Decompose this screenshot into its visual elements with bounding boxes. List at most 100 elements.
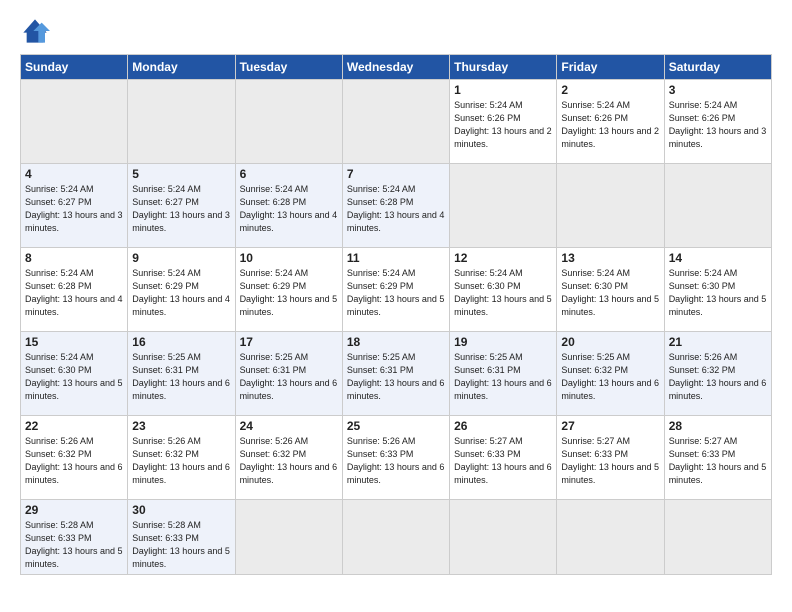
calendar-cell: 10 Sunrise: 5:24 AMSunset: 6:29 PMDayligh… <box>235 248 342 332</box>
weekday-header: Thursday <box>450 55 557 80</box>
calendar-cell: 19 Sunrise: 5:25 AMSunset: 6:31 PMDayligh… <box>450 332 557 416</box>
weekday-header: Friday <box>557 55 664 80</box>
calendar-cell: 3 Sunrise: 5:24 AMSunset: 6:26 PMDaylight… <box>664 80 771 164</box>
calendar-cell: 24 Sunrise: 5:26 AMSunset: 6:32 PMDayligh… <box>235 416 342 500</box>
day-number: 16 <box>132 335 230 349</box>
calendar-cell <box>557 500 664 575</box>
calendar-cell: 27 Sunrise: 5:27 AMSunset: 6:33 PMDayligh… <box>557 416 664 500</box>
calendar-cell: 20 Sunrise: 5:25 AMSunset: 6:32 PMDayligh… <box>557 332 664 416</box>
weekday-header: Monday <box>128 55 235 80</box>
day-info: Sunrise: 5:26 AMSunset: 6:32 PMDaylight:… <box>25 435 123 487</box>
day-number: 13 <box>561 251 659 265</box>
day-info: Sunrise: 5:24 AMSunset: 6:30 PMDaylight:… <box>25 351 123 403</box>
calendar-cell: 16 Sunrise: 5:25 AMSunset: 6:31 PMDayligh… <box>128 332 235 416</box>
day-info: Sunrise: 5:25 AMSunset: 6:31 PMDaylight:… <box>347 351 445 403</box>
calendar-cell: 25Sunrise: 5:26 AMSunset: 6:33 PMDayligh… <box>342 416 449 500</box>
day-info: Sunrise: 5:26 AMSunset: 6:32 PMDaylight:… <box>132 435 230 487</box>
day-number: 2 <box>561 83 659 97</box>
day-number: 18 <box>347 335 445 349</box>
day-info: Sunrise: 5:24 AMSunset: 6:30 PMDaylight:… <box>561 267 659 319</box>
calendar-cell <box>21 80 128 164</box>
day-number: 29 <box>25 503 123 517</box>
day-number: 27 <box>561 419 659 433</box>
day-info: Sunrise: 5:24 AMSunset: 6:26 PMDaylight:… <box>669 99 767 151</box>
day-number: 8 <box>25 251 123 265</box>
day-info: Sunrise: 5:27 AMSunset: 6:33 PMDaylight:… <box>561 435 659 487</box>
logo-icon <box>20 16 50 46</box>
day-info: Sunrise: 5:25 AMSunset: 6:32 PMDaylight:… <box>561 351 659 403</box>
day-info: Sunrise: 5:26 AMSunset: 6:32 PMDaylight:… <box>240 435 338 487</box>
day-number: 14 <box>669 251 767 265</box>
calendar-cell <box>664 164 771 248</box>
calendar-cell: 28 Sunrise: 5:27 AMSunset: 6:33 PMDayligh… <box>664 416 771 500</box>
day-number: 24 <box>240 419 338 433</box>
calendar-cell <box>450 500 557 575</box>
day-number: 7 <box>347 167 445 181</box>
weekday-header: Sunday <box>21 55 128 80</box>
page: SundayMondayTuesdayWednesdayThursdayFrid… <box>0 0 792 612</box>
day-number: 4 <box>25 167 123 181</box>
day-number: 9 <box>132 251 230 265</box>
calendar-cell: 4 Sunrise: 5:24 AMSunset: 6:27 PMDaylight… <box>21 164 128 248</box>
calendar-cell <box>342 80 449 164</box>
calendar-cell <box>557 164 664 248</box>
day-info: Sunrise: 5:28 AMSunset: 6:33 PMDaylight:… <box>25 519 123 571</box>
day-info: Sunrise: 5:24 AMSunset: 6:28 PMDaylight:… <box>240 183 338 235</box>
weekday-header: Tuesday <box>235 55 342 80</box>
day-number: 5 <box>132 167 230 181</box>
calendar-cell <box>664 500 771 575</box>
day-info: Sunrise: 5:24 AMSunset: 6:30 PMDaylight:… <box>669 267 767 319</box>
calendar-cell: 11 Sunrise: 5:24 AMSunset: 6:29 PMDayligh… <box>342 248 449 332</box>
day-number: 10 <box>240 251 338 265</box>
calendar-cell: 23 Sunrise: 5:26 AMSunset: 6:32 PMDayligh… <box>128 416 235 500</box>
day-number: 6 <box>240 167 338 181</box>
day-info: Sunrise: 5:24 AMSunset: 6:29 PMDaylight:… <box>132 267 230 319</box>
calendar-cell: 1Sunrise: 5:24 AMSunset: 6:26 PMDaylight… <box>450 80 557 164</box>
day-number: 1 <box>454 83 552 97</box>
calendar-cell: 22 Sunrise: 5:26 AMSunset: 6:32 PMDayligh… <box>21 416 128 500</box>
calendar-cell: 26Sunrise: 5:27 AMSunset: 6:33 PMDayligh… <box>450 416 557 500</box>
weekday-header: Wednesday <box>342 55 449 80</box>
calendar-cell: 5Sunrise: 5:24 AMSunset: 6:27 PMDaylight… <box>128 164 235 248</box>
calendar-cell: 8Sunrise: 5:24 AMSunset: 6:28 PMDaylight… <box>21 248 128 332</box>
calendar-cell: 7 Sunrise: 5:24 AMSunset: 6:28 PMDaylight… <box>342 164 449 248</box>
day-number: 3 <box>669 83 767 97</box>
day-info: Sunrise: 5:24 AMSunset: 6:30 PMDaylight:… <box>454 267 552 319</box>
calendar-cell: 2 Sunrise: 5:24 AMSunset: 6:26 PMDaylight… <box>557 80 664 164</box>
day-number: 19 <box>454 335 552 349</box>
day-info: Sunrise: 5:25 AMSunset: 6:31 PMDaylight:… <box>132 351 230 403</box>
day-number: 23 <box>132 419 230 433</box>
day-info: Sunrise: 5:24 AMSunset: 6:29 PMDaylight:… <box>240 267 338 319</box>
day-number: 22 <box>25 419 123 433</box>
day-number: 11 <box>347 251 445 265</box>
calendar-cell: 18 Sunrise: 5:25 AMSunset: 6:31 PMDayligh… <box>342 332 449 416</box>
day-info: Sunrise: 5:25 AMSunset: 6:31 PMDaylight:… <box>454 351 552 403</box>
calendar-cell: 12 Sunrise: 5:24 AMSunset: 6:30 PMDayligh… <box>450 248 557 332</box>
day-info: Sunrise: 5:24 AMSunset: 6:29 PMDaylight:… <box>347 267 445 319</box>
day-number: 28 <box>669 419 767 433</box>
day-number: 20 <box>561 335 659 349</box>
calendar-cell <box>128 80 235 164</box>
day-number: 12 <box>454 251 552 265</box>
calendar-cell: 6 Sunrise: 5:24 AMSunset: 6:28 PMDaylight… <box>235 164 342 248</box>
calendar-cell: 14 Sunrise: 5:24 AMSunset: 6:30 PMDayligh… <box>664 248 771 332</box>
calendar-cell: 13 Sunrise: 5:24 AMSunset: 6:30 PMDayligh… <box>557 248 664 332</box>
day-info: Sunrise: 5:24 AMSunset: 6:28 PMDaylight:… <box>347 183 445 235</box>
day-info: Sunrise: 5:24 AMSunset: 6:27 PMDaylight:… <box>25 183 123 235</box>
calendar-cell <box>450 164 557 248</box>
calendar-cell: 17 Sunrise: 5:25 AMSunset: 6:31 PMDayligh… <box>235 332 342 416</box>
day-info: Sunrise: 5:27 AMSunset: 6:33 PMDaylight:… <box>454 435 552 487</box>
day-number: 17 <box>240 335 338 349</box>
day-info: Sunrise: 5:27 AMSunset: 6:33 PMDaylight:… <box>669 435 767 487</box>
logo <box>20 16 54 46</box>
header <box>20 16 772 46</box>
day-info: Sunrise: 5:26 AMSunset: 6:32 PMDaylight:… <box>669 351 767 403</box>
calendar-cell: 29 Sunrise: 5:28 AMSunset: 6:33 PMDayligh… <box>21 500 128 575</box>
calendar-cell <box>235 500 342 575</box>
calendar-cell: 15Sunrise: 5:24 AMSunset: 6:30 PMDayligh… <box>21 332 128 416</box>
calendar-cell <box>342 500 449 575</box>
day-info: Sunrise: 5:25 AMSunset: 6:31 PMDaylight:… <box>240 351 338 403</box>
day-number: 30 <box>132 503 230 517</box>
day-info: Sunrise: 5:24 AMSunset: 6:26 PMDaylight:… <box>561 99 659 151</box>
day-info: Sunrise: 5:26 AMSunset: 6:33 PMDaylight:… <box>347 435 445 487</box>
